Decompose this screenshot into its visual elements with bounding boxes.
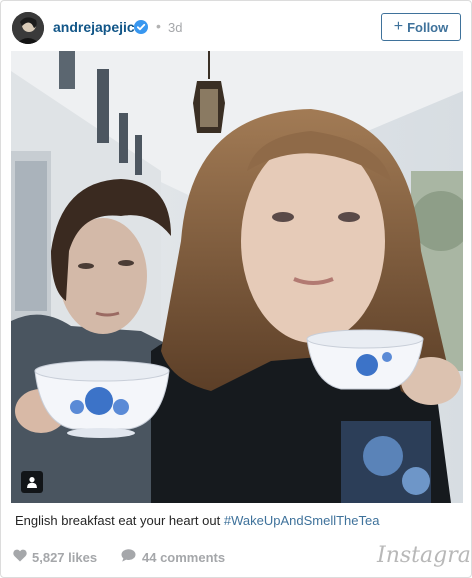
heart-icon <box>13 549 27 565</box>
likes-label: 5,827 likes <box>32 549 98 565</box>
caption-text: English breakfast eat your heart out <box>15 513 224 528</box>
instagram-embed-card: andrejapejic • 3d + Follow English break… <box>0 0 472 578</box>
likes-count[interactable]: 5,827 likes <box>13 549 97 565</box>
follow-button[interactable]: + Follow <box>381 13 461 41</box>
user-tag-icon[interactable] <box>21 471 43 493</box>
comments-count[interactable]: 44 comments <box>121 549 225 565</box>
verified-badge-icon <box>134 20 148 34</box>
hashtag-link[interactable]: #WakeUpAndSmellTheTea <box>224 513 380 528</box>
separator-dot: • <box>156 18 161 34</box>
follow-label: Follow <box>407 19 449 35</box>
plus-icon: + <box>393 18 404 35</box>
instagram-logo[interactable]: Instagram <box>377 543 472 568</box>
username-link[interactable]: andrejapejic <box>53 19 135 35</box>
comment-bubble-icon <box>121 549 136 565</box>
post-photo[interactable] <box>11 51 463 503</box>
post-footer: 5,827 likes 44 comments Instagram <box>1 539 472 575</box>
comments-label: 44 comments <box>142 549 226 565</box>
avatar[interactable] <box>12 12 44 44</box>
post-timestamp[interactable]: 3d <box>168 20 182 35</box>
post-caption: English breakfast eat your heart out #Wa… <box>15 513 461 529</box>
post-header: andrejapejic • 3d + Follow <box>1 1 471 51</box>
